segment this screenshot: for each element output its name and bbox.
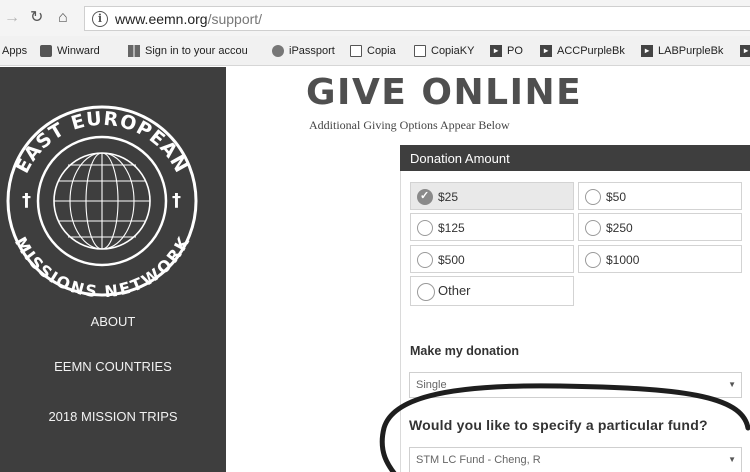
bookmark-labpurplebk[interactable]: ▸ LABPurpleBk [641,44,723,58]
bookmark-label: PO [507,45,523,57]
bookmark-label: Copia [367,45,396,57]
radio-icon[interactable] [417,252,433,268]
fund-label: Would you like to specify a particular f… [409,417,708,433]
bookmark-icon: ▸ [740,45,750,58]
bookmark-apps[interactable]: Apps [2,44,27,58]
amount-label: $500 [438,253,465,267]
sidebar-item-about[interactable]: ABOUT [0,314,226,329]
bookmarks-bar: Apps Winward Sign in to your accou iPass… [0,36,750,66]
radio-icon[interactable] [585,220,601,236]
bookmark-sign-in[interactable]: Sign in to your accou [128,44,248,58]
url-domain: www.eemn.org [115,11,208,27]
bookmark-label: ACCPurpleBk [557,45,625,57]
bookmark-copiaky[interactable]: CopiaKY [414,44,474,58]
browser-toolbar: → ↻ ⌂ i www.eemn.org/support/ [0,0,750,36]
bookmark-copia[interactable]: Copia [350,44,396,58]
frequency-value: Single [416,379,447,391]
amount-label: $1000 [606,253,640,267]
frequency-label: Make my donation [410,344,520,358]
bookmark-winward[interactable]: Winward [40,44,100,58]
bookmark-label: CopiaKY [431,45,475,57]
sidebar-item-mission-trips[interactable]: 2018 MISSION TRIPS [0,409,226,424]
amount-option-250[interactable]: $250 [578,213,742,241]
bookmark-label: Sign in to your accou [145,45,248,57]
url-path: /support/ [207,11,263,27]
bookmark-label: iPassport [289,45,335,57]
page-icon [350,45,362,58]
bookmark-accpurplebk[interactable]: ▸ ACCPurpleBk [540,44,625,58]
amount-option-125[interactable]: $125 [410,213,574,241]
page-icon [414,45,426,58]
bookmark-label: LABPurpleBk [658,45,724,57]
amount-option-500[interactable]: $500 [410,245,574,273]
amount-option-1000[interactable]: $1000 [578,245,742,273]
page-title: GIVE ONLINE [306,72,583,113]
frequency-select[interactable]: Single ▼ [409,372,742,398]
radio-checked-icon[interactable] [417,189,433,205]
address-bar[interactable]: i www.eemn.org/support/ [84,6,750,31]
amount-option-other[interactable]: Other [410,276,574,306]
amount-option-25[interactable]: $25 [410,182,574,210]
radio-icon[interactable] [417,220,433,236]
ipassport-icon [272,45,284,58]
amount-label: Other [438,283,471,298]
eemn-logo[interactable]: † † EAST EUROPEAN MISSIONS NETWORK [0,67,226,297]
bookmark-label: Winward [57,45,100,57]
fund-select[interactable]: STM LC Fund - Cheng, R ▼ [409,447,742,472]
bookmark-ipassport[interactable]: iPassport [272,44,335,58]
sidebar: † † EAST EUROPEAN MISSIONS NETWORK ABOUT… [0,67,226,472]
amount-label: $125 [438,221,465,235]
cross-right-icon: † [172,190,181,211]
radio-icon[interactable] [585,252,601,268]
chevron-down-icon: ▼ [728,455,736,464]
bookmark-overflow[interactable]: ▸ [740,44,750,58]
url-text: www.eemn.org/support/ [115,11,262,27]
bookmark-icon: ▸ [641,45,653,58]
amount-label: $50 [606,190,627,204]
fund-value: STM LC Fund - Cheng, R [416,454,541,466]
radio-icon[interactable] [417,283,435,301]
globe-icon [53,152,151,250]
sidebar-item-eemn-countries[interactable]: EEMN COUNTRIES [0,359,226,374]
back-arrow-icon[interactable]: → [4,10,20,26]
chevron-down-icon: ▼ [728,380,736,389]
reload-icon[interactable]: ↻ [30,10,43,26]
donation-amount-header: Donation Amount [400,145,750,171]
page-subtitle: Additional Giving Options Appear Below [309,118,510,132]
bookmark-po[interactable]: ▸ PO [490,44,523,58]
cross-left-icon: † [22,190,31,211]
grid-icon [128,45,140,58]
radio-icon[interactable] [585,189,601,205]
amount-option-50[interactable]: $50 [578,182,742,210]
info-icon[interactable]: i [92,11,108,27]
home-icon[interactable]: ⌂ [58,10,68,26]
bookmark-label: Apps [2,45,28,57]
amount-label: $25 [438,190,459,204]
winward-icon [40,45,52,58]
bookmark-icon: ▸ [490,45,502,58]
bookmark-icon: ▸ [540,45,552,58]
amount-label: $250 [606,221,633,235]
